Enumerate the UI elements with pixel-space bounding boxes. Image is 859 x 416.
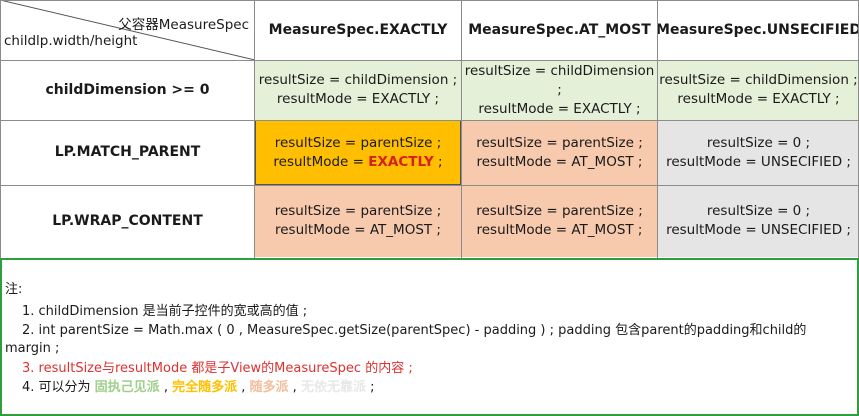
row2-col1-cell: resultSize = parentSize ; resultMode = E… <box>255 120 461 185</box>
row2-col1-mode-prefix: resultMode = <box>273 153 369 170</box>
note-item-4-prefix: 4. 可以分为 <box>22 380 95 395</box>
row3-col3-size: resultSize = 0 ; <box>706 203 811 219</box>
row1-col3-size: resultSize = childDimension ; <box>659 72 858 88</box>
col-header-unspecified-label: MeasureSpec.UNSECIFIED <box>656 21 859 38</box>
faction-stubborn: 固执己见派 <box>94 380 160 395</box>
row2-col3-mode: resultMode = UNSECIFIED ; <box>666 153 851 170</box>
row1-col1-size: resultSize = childDimension ; <box>258 72 458 88</box>
row1-col3-mode: resultMode = EXACTLY ; <box>677 91 840 107</box>
col-header-unspecified: MeasureSpec.UNSECIFIED <box>656 0 859 60</box>
row2-label-cell: LP.MATCH_PARENT <box>0 120 255 185</box>
row2-col1-mode-highlight: EXACTLY <box>368 153 434 170</box>
grid-line <box>0 60 859 61</box>
faction-sep-1: , <box>159 380 173 395</box>
row3-col2-size: resultSize = parentSize ; <box>476 203 643 219</box>
row3-col3-cell: resultSize = 0 ; resultMode = UNSECIFIED … <box>658 185 859 257</box>
grid-line <box>0 185 859 186</box>
note-item-1: 1. childDimension 是当前子控件的宽或高的值 ; <box>22 304 308 319</box>
row2-col3-size: resultSize = 0 ; <box>706 134 811 151</box>
corner-header-cell: 父容器MeasureSpec childlp.width/height <box>0 0 255 60</box>
row3-col2-mode: resultMode = AT_MOST ; <box>476 222 643 238</box>
grid-line <box>0 0 859 1</box>
row2-label: LP.MATCH_PARENT <box>54 144 201 160</box>
row3-col3-mode: resultMode = UNSECIFIED ; <box>666 222 851 238</box>
faction-sep-2: , <box>237 380 250 395</box>
row3-label: LP.WRAP_CONTENT <box>52 212 203 229</box>
row2-col2-size: resultSize = parentSize ; <box>476 134 643 151</box>
row2-col2-cell: resultSize = parentSize ; resultMode = AT… <box>461 120 658 185</box>
row3-col1-mode: resultMode = AT_MOST ; <box>275 222 441 238</box>
faction-independent: 无依无靠派 <box>300 380 366 395</box>
notes-title: 注: <box>5 282 23 297</box>
corner-top-label: 父容器MeasureSpec <box>118 17 249 33</box>
row1-col1-mode: resultMode = EXACTLY ; <box>276 91 440 107</box>
row2-col1-mode-suffix: ; <box>433 153 443 170</box>
grid-line <box>0 120 859 121</box>
grid-line <box>254 0 255 258</box>
row1-label: childDimension >= 0 <box>45 81 210 98</box>
corner-bottom-label: childlp.width/height <box>4 33 138 49</box>
note-item-2-line-1: 2. int parentSize = Math.max ( 0 , Measu… <box>22 323 807 338</box>
row2-col2-mode: resultMode = AT_MOST ; <box>476 153 643 170</box>
note-item-4-suffix: ; <box>365 380 375 395</box>
col-header-exactly: MeasureSpec.EXACTLY <box>255 0 461 60</box>
note-item-2-line-2: margin ; <box>5 341 60 356</box>
row1-label-cell: childDimension >= 0 <box>0 60 255 120</box>
grid-line <box>461 0 462 258</box>
spec-table-figure: childDimension >= 0 LP.MATCH_PARENT LP.W… <box>0 0 859 416</box>
notes-box: 注: 1. childDimension 是当前子控件的宽或高的值 ; 2. i… <box>0 258 859 416</box>
grid-line <box>657 0 658 258</box>
col-header-at-most: MeasureSpec.AT_MOST <box>461 0 658 60</box>
note-item-4: 4. 可以分为 固执己见派 , 完全随多派 , 随多派 , 无依无靠派 ; <box>22 378 374 397</box>
row2-col3-cell: resultSize = 0 ; resultMode = UNSECIFIED … <box>658 120 859 185</box>
row1-col2-size: resultSize = childDimension ; <box>464 62 655 98</box>
row3-label-cell: LP.WRAP_CONTENT <box>0 185 255 257</box>
col-header-at-most-label: MeasureSpec.AT_MOST <box>468 21 651 38</box>
row3-col2-cell: resultSize = parentSize ; resultMode = AT… <box>461 185 658 257</box>
faction-follow: 随多派 <box>249 380 289 395</box>
faction-sep-3: , <box>288 380 301 395</box>
row3-col1-size: resultSize = parentSize ; <box>274 203 442 219</box>
row1-col2-cell: resultSize = childDimension ; resultMode … <box>461 60 658 120</box>
row2-col1-mode: resultMode = EXACTLY ; <box>273 153 442 172</box>
row2-col1-size: resultSize = parentSize ; <box>274 134 442 151</box>
faction-follow-fully: 完全随多派 <box>172 380 238 395</box>
note-item-3: 3. resultSize与resultMode 都是子View的Measure… <box>22 361 413 376</box>
row1-col3-cell: resultSize = childDimension ; resultMode … <box>658 60 859 120</box>
row1-col1-cell: resultSize = childDimension ; resultMode … <box>255 60 461 120</box>
row1-col2-mode: resultMode = EXACTLY ; <box>478 100 641 117</box>
row3-col1-cell: resultSize = parentSize ; resultMode = AT… <box>255 185 461 257</box>
col-header-exactly-label: MeasureSpec.EXACTLY <box>268 21 448 38</box>
grid-line <box>0 0 1 258</box>
